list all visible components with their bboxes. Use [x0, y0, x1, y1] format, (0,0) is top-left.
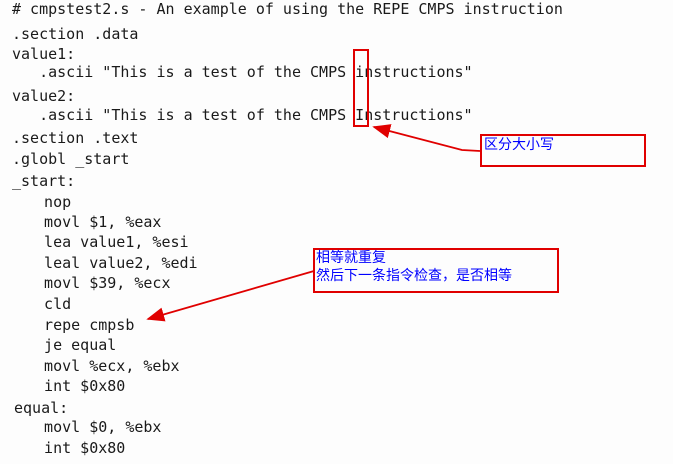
annotation-arrows	[146, 124, 481, 322]
case-arrow	[372, 124, 481, 152]
repeat-arrow	[146, 270, 315, 322]
document-page: # cmpstest2.s - An example of using the …	[0, 0, 673, 464]
